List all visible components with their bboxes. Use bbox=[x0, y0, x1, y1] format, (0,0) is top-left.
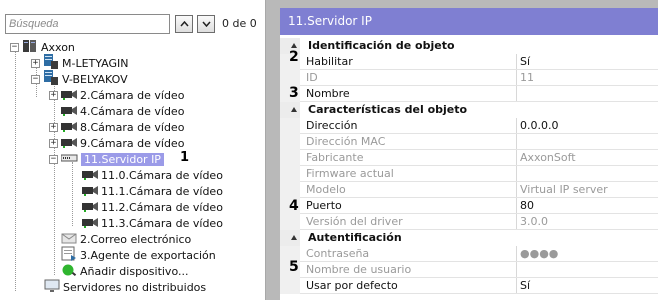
search-next-button[interactable] bbox=[197, 15, 215, 33]
callout-4: 4 bbox=[289, 198, 299, 214]
chevron-up-icon bbox=[179, 21, 189, 27]
add-icon bbox=[61, 263, 77, 280]
expand-icon[interactable]: + bbox=[49, 138, 58, 148]
property-row[interactable]: Usar por defecto Sí bbox=[280, 278, 658, 294]
expand-icon[interactable]: + bbox=[49, 122, 58, 132]
search-row: 0 de 0 bbox=[5, 14, 263, 34]
panel-title: 11.Servidor IP bbox=[280, 8, 658, 35]
camera-icon bbox=[82, 168, 98, 183]
device-tree-panel: 0 de 0 − Axxon + M-LETYAGIN bbox=[0, 0, 266, 300]
tree-item-v-belyakov[interactable]: − V-BELYAKOV bbox=[31, 70, 128, 88]
section-caracteristicas[interactable]: Características del objeto bbox=[280, 102, 658, 118]
property-row: Nombre de usuario bbox=[280, 262, 658, 278]
property-row: ID 11 bbox=[280, 70, 658, 86]
search-input[interactable] bbox=[5, 14, 170, 34]
camera-icon bbox=[82, 200, 98, 215]
monitor-icon bbox=[44, 279, 60, 296]
camera-icon bbox=[61, 104, 77, 119]
tree-item-camera-9[interactable]: + 9.Cámara de vídeo bbox=[49, 135, 184, 151]
search-prev-button[interactable] bbox=[175, 15, 193, 33]
section-autentificacion[interactable]: Autentificación bbox=[280, 230, 658, 246]
properties-panel: 11.Servidor IP Identificación de objeto … bbox=[280, 8, 658, 300]
tree-item-camera-11-3[interactable]: 11.3.Cámara de vídeo bbox=[82, 215, 223, 231]
tree-item-label-selected: 11.Servidor IP bbox=[81, 152, 164, 166]
camera-icon bbox=[61, 136, 77, 151]
collapse-triangle-icon[interactable] bbox=[291, 235, 297, 240]
collapse-triangle-icon[interactable] bbox=[291, 43, 297, 48]
export-icon bbox=[61, 246, 77, 264]
property-row: Modelo Virtual IP server bbox=[280, 182, 658, 198]
tree-item-export-agent[interactable]: 3.Agente de exportación bbox=[61, 246, 216, 264]
property-row: Fabricante AxxonSoft bbox=[280, 150, 658, 166]
camera-icon bbox=[82, 216, 98, 231]
tree-item-camera-4[interactable]: 4.Cámara de vídeo bbox=[49, 103, 184, 119]
camera-icon bbox=[61, 120, 77, 135]
tree-item-ip-server[interactable]: − 11.Servidor IP bbox=[49, 151, 164, 167]
camera-icon bbox=[61, 88, 77, 103]
callout-5: 5 bbox=[289, 259, 299, 275]
tree-item-camera-11-1[interactable]: 11.1.Cámara de vídeo bbox=[82, 183, 223, 199]
tree-item-add-device[interactable]: Añadir dispositivo... bbox=[61, 263, 188, 279]
section-identificacion[interactable]: Identificación de objeto bbox=[280, 38, 658, 54]
tree-item-camera-11-2[interactable]: 11.2.Cámara de vídeo bbox=[82, 199, 223, 215]
expand-icon[interactable]: + bbox=[49, 90, 58, 100]
tree-item-root[interactable]: − Axxon bbox=[10, 39, 75, 55]
property-row[interactable]: Habilitar Sí bbox=[280, 54, 658, 70]
ip-server-icon bbox=[60, 153, 78, 166]
tree-item-email[interactable]: 2.Correo electrónico bbox=[61, 231, 191, 247]
property-row: Versión del driver 3.0.0 bbox=[280, 214, 658, 230]
property-row: Firmware actual bbox=[280, 166, 658, 182]
collapse-triangle-icon[interactable] bbox=[291, 107, 297, 112]
property-row: Dirección MAC bbox=[280, 134, 658, 150]
collapse-icon[interactable]: − bbox=[10, 42, 19, 52]
collapse-icon[interactable]: − bbox=[49, 154, 58, 164]
envelope-icon bbox=[61, 232, 77, 247]
tree-item-camera-8[interactable]: + 8.Cámara de vídeo bbox=[49, 119, 184, 135]
property-row[interactable]: Puerto 80 bbox=[280, 198, 658, 214]
tree-item-camera-11-0[interactable]: 11.0.Cámara de vídeo bbox=[82, 167, 223, 183]
callout-2: 2 bbox=[289, 49, 299, 65]
property-row[interactable]: Nombre bbox=[280, 86, 658, 102]
callout-1: 1 bbox=[180, 150, 190, 165]
search-counter: 0 de 0 bbox=[222, 17, 257, 30]
camera-icon bbox=[82, 184, 98, 199]
tree-item-camera-2[interactable]: + 2.Cámara de vídeo bbox=[49, 87, 184, 103]
tree-item-m-letyagin[interactable]: + M-LETYAGIN bbox=[31, 54, 128, 71]
collapse-icon[interactable]: − bbox=[31, 74, 40, 84]
expand-icon[interactable]: + bbox=[31, 58, 40, 68]
callout-3: 3 bbox=[289, 85, 299, 101]
server-icon bbox=[43, 70, 59, 88]
tree-item-undistributed-servers[interactable]: Servidores no distribuidos bbox=[44, 279, 206, 295]
property-row: Contraseña ●●●● bbox=[280, 246, 658, 262]
chevron-down-icon bbox=[201, 21, 211, 27]
property-row[interactable]: Dirección 0.0.0.0 bbox=[280, 118, 658, 134]
server-group-icon bbox=[22, 39, 38, 56]
